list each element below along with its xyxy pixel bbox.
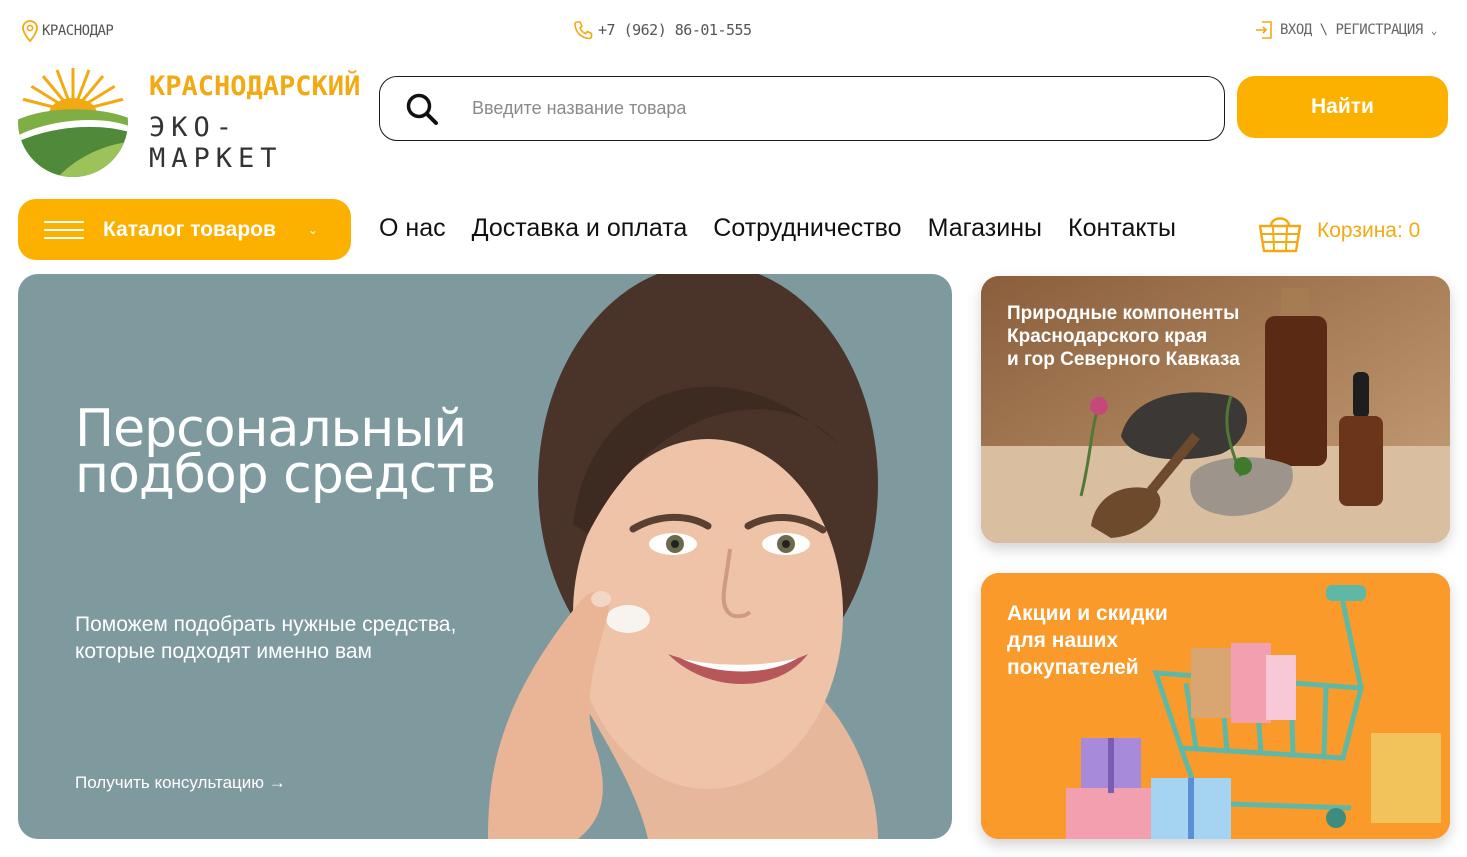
login-icon: [1256, 21, 1272, 39]
logo-emblem-icon: [18, 67, 128, 177]
nav-item-contacts[interactable]: Контакты: [1068, 214, 1176, 243]
phone-link[interactable]: +7 (962) 86-01-555: [572, 20, 752, 40]
nav-item-about[interactable]: О нас: [379, 214, 446, 243]
logo-subtitle: ЭКО-МАРКЕТ: [149, 111, 283, 174]
promo-card-text: Акции и скидки для наших покупателей: [1007, 600, 1168, 681]
nav-item-stores[interactable]: Магазины: [928, 214, 1042, 243]
promo-card-line: для наших: [1007, 629, 1119, 652]
hero-subtitle-line: Поможем подобрать нужные средства,: [75, 613, 457, 636]
promo-card-line: Природные компоненты: [1007, 303, 1240, 324]
catalog-button[interactable]: Каталог товаров ⌄: [18, 199, 351, 260]
hero-subtitle-line: которые подходят именно вам: [75, 640, 372, 663]
map-pin-icon: [22, 20, 38, 42]
login-register-link[interactable]: ВХОД \ РЕГИСТРАЦИЯ ⌄: [1254, 20, 1437, 40]
city-label: КРАСНОДАР: [42, 23, 114, 39]
promo-card-line: и гор Северного Кавказа: [1007, 349, 1240, 370]
hero-title-line: подбор средств: [75, 445, 496, 505]
search-button[interactable]: Найти: [1237, 76, 1448, 138]
main-nav: О нас Доставка и оплата Сотрудничество М…: [379, 214, 1176, 243]
hero-banner[interactable]: Персональный подбор средств Поможем подо…: [18, 274, 952, 839]
basket-icon: [1258, 217, 1302, 253]
promo-card-line: покупателей: [1007, 656, 1139, 679]
promo-card-discounts[interactable]: Акции и скидки для наших покупателей: [981, 573, 1450, 839]
hero-subtitle: Поможем подобрать нужные средства, котор…: [75, 611, 456, 665]
cart-link[interactable]: Корзина: 0: [1257, 208, 1420, 254]
promo-card-line: Краснодарского края: [1007, 326, 1208, 347]
hero-woman-image: [488, 274, 878, 839]
nav-item-delivery[interactable]: Доставка и оплата: [472, 214, 688, 243]
search-bar: [379, 76, 1225, 141]
phone-number: +7 (962) 86-01-555: [598, 21, 752, 39]
cart-label: Корзина: 0: [1317, 219, 1421, 242]
consultation-link[interactable]: Получить консультацию →: [75, 773, 286, 793]
search-icon[interactable]: [404, 91, 440, 127]
nav-item-cooperation[interactable]: Сотрудничество: [713, 214, 901, 243]
promo-card-text: Природные компоненты Краснодарского края…: [1007, 302, 1240, 371]
catalog-label: Каталог товаров: [103, 217, 276, 241]
hamburger-icon: [44, 220, 84, 239]
chevron-down-icon: ⌄: [307, 222, 318, 237]
city-selector[interactable]: КРАСНОДАР: [22, 20, 114, 42]
top-bar: КРАСНОДАР +7 (962) 86-01-555 ВХОД \ РЕГИ…: [0, 0, 1467, 62]
search-input[interactable]: [472, 98, 1172, 119]
phone-icon: [574, 21, 593, 40]
hero-title: Персональный подбор средств: [75, 403, 496, 505]
logo-title: КРАСНОДАРСКИЙ: [149, 70, 361, 102]
login-label: ВХОД \ РЕГИСТРАЦИЯ: [1280, 22, 1423, 38]
site-logo[interactable]: КРАСНОДАРСКИЙ ЭКО-МАРКЕТ: [17, 66, 361, 178]
chevron-down-icon: ⌄: [1430, 23, 1438, 37]
promo-card-line: Акции и скидки: [1007, 602, 1168, 625]
promo-card-natural[interactable]: Природные компоненты Краснодарского края…: [981, 276, 1450, 543]
